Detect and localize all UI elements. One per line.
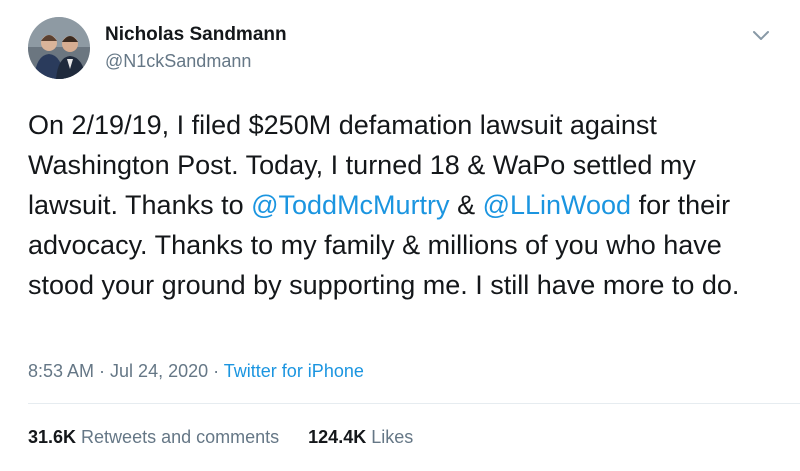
- tweet-time[interactable]: 8:53 AM: [28, 361, 94, 381]
- author-name[interactable]: Nicholas Sandmann: [105, 24, 287, 46]
- mention-link-toddmcmurtry[interactable]: @ToddMcMurtry: [251, 190, 449, 220]
- meta-separator: ·: [208, 361, 224, 381]
- tweet-card: Nicholas Sandmann @N1ckSandmann On 2/19/…: [0, 0, 800, 471]
- tweet-stats: 31.6K Retweets and comments 124.4K Likes: [28, 426, 413, 448]
- divider: [28, 403, 800, 404]
- avatar-photo: [28, 17, 90, 79]
- likes-label: Likes: [366, 427, 414, 447]
- retweets-stat[interactable]: 31.6K Retweets and comments: [28, 426, 279, 448]
- likes-count: 124.4K: [308, 427, 367, 447]
- retweets-count: 31.6K: [28, 427, 77, 447]
- tweet-source-link[interactable]: Twitter for iPhone: [224, 361, 364, 381]
- retweets-label: Retweets and comments: [76, 427, 280, 447]
- chevron-down-icon[interactable]: [750, 28, 772, 44]
- likes-stat[interactable]: 124.4K Likes: [308, 426, 413, 448]
- mention-link-llinwood[interactable]: @LLinWood: [483, 190, 632, 220]
- meta-separator: ·: [94, 361, 111, 381]
- tweet-text-part: &: [449, 190, 483, 220]
- tweet-text: On 2/19/19, I filed $250M defamation law…: [28, 105, 788, 305]
- author-handle[interactable]: @N1ckSandmann: [105, 51, 287, 71]
- tweet-meta: 8:53 AM · Jul 24, 2020 · Twitter for iPh…: [28, 360, 364, 382]
- author-block: Nicholas Sandmann @N1ckSandmann: [105, 24, 287, 71]
- avatar[interactable]: [28, 17, 90, 79]
- tweet-date[interactable]: Jul 24, 2020: [110, 361, 208, 381]
